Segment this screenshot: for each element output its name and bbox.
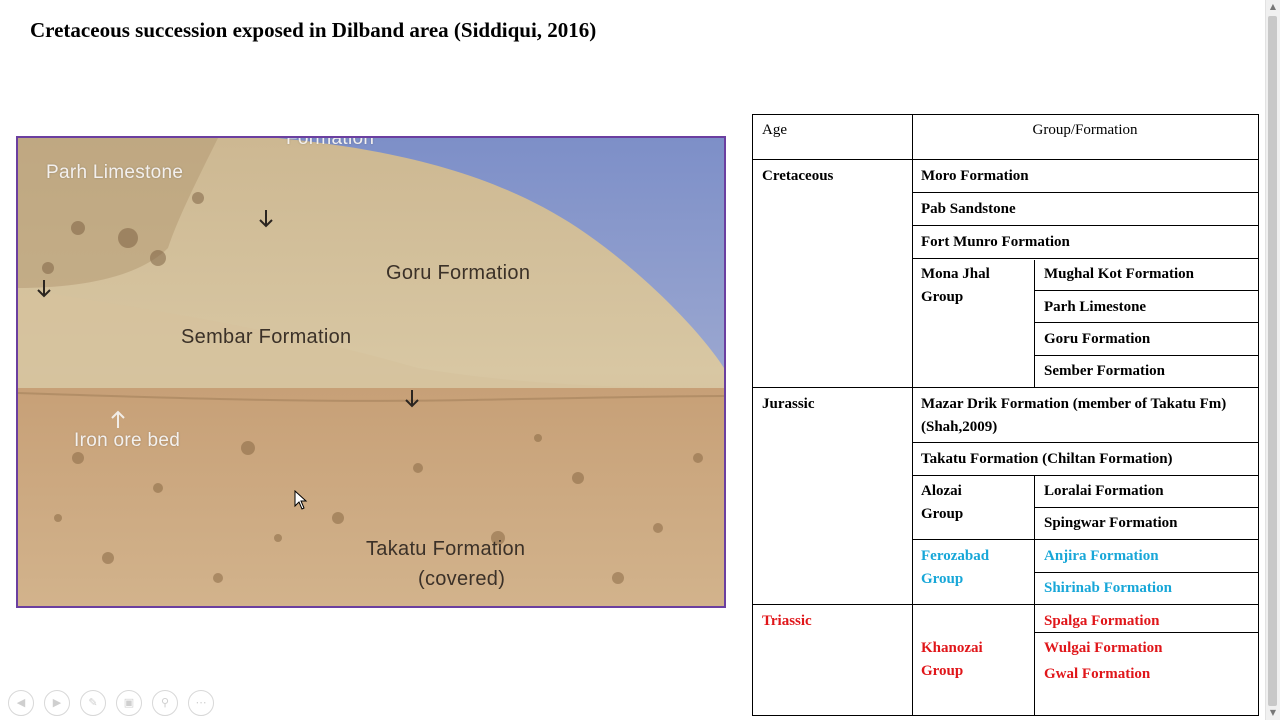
- slideshow-controls: ◀ ▶ ✎ ▣ ⚲ ⋯: [8, 690, 214, 716]
- photo-label-takatu-covered: (covered): [418, 568, 506, 590]
- group-ferozabad: Ferozabad Group: [921, 548, 990, 587]
- previous-icon[interactable]: ◀: [8, 690, 34, 716]
- pen-icon[interactable]: ✎: [80, 690, 106, 716]
- formation-loralai: Loralai Formation: [1044, 483, 1164, 499]
- mouse-cursor-icon: [294, 490, 308, 510]
- slide-title: Cretaceous succession exposed in Dilband…: [30, 18, 597, 42]
- formation-sember: Sember Formation: [1044, 363, 1165, 379]
- formation-gwal: Gwal Formation: [1044, 666, 1151, 682]
- group-khanozai: Khanozai Group: [921, 640, 983, 679]
- group-mona-jhal: Mona Jhal Group: [921, 266, 990, 305]
- age-cretaceous: Cretaceous: [762, 168, 834, 184]
- age-triassic: Triassic: [762, 613, 812, 629]
- formation-shirinab: Shirinab Formation: [1044, 580, 1172, 596]
- formation-parh-limestone: Parh Limestone: [1044, 299, 1147, 315]
- outcrop-photo-drawing: [18, 138, 724, 606]
- photo-label-formation-top: Formation: [286, 136, 375, 149]
- photo-label-sembar-formation: Sembar Formation: [181, 326, 352, 348]
- scrollbar-thumb[interactable]: [1268, 16, 1277, 706]
- photo-label-takatu-formation: Takatu Formation: [366, 538, 526, 560]
- formation-pab: Pab Sandstone: [921, 201, 1016, 217]
- next-icon[interactable]: ▶: [44, 690, 70, 716]
- formation-anjira: Anjira Formation: [1044, 548, 1159, 564]
- age-jurassic: Jurassic: [762, 396, 815, 412]
- header-group-formation: Group/Formation: [1032, 122, 1138, 138]
- zoom-icon[interactable]: ⚲: [152, 690, 178, 716]
- photo-label-parh-limestone: Parh Limestone: [46, 162, 184, 183]
- photo-label-goru-formation: Goru Formation: [386, 262, 531, 284]
- formation-spingwar: Spingwar Formation: [1044, 515, 1178, 531]
- vertical-scrollbar[interactable]: ▲ ▼: [1265, 0, 1280, 720]
- formation-mughal-kot: Mughal Kot Formation: [1044, 266, 1194, 282]
- header-age: Age: [762, 122, 787, 138]
- scroll-up-icon[interactable]: ▲: [1266, 0, 1280, 14]
- stratigraphy-table: Age Group/Formation Cretaceous Jurassic …: [752, 114, 1259, 716]
- scroll-down-icon[interactable]: ▼: [1266, 706, 1280, 720]
- group-alozai: Alozai Group: [921, 483, 964, 522]
- formation-takatu: Takatu Formation (Chiltan Formation): [921, 451, 1173, 467]
- formation-goru: Goru Formation: [1044, 331, 1151, 347]
- formation-spalga: Spalga Formation: [1044, 613, 1160, 629]
- formation-mazar-drik: Mazar Drik Formation (member of Takatu F…: [921, 396, 1227, 435]
- formation-moro: Moro Formation: [921, 168, 1029, 184]
- formation-fort-munro: Fort Munro Formation: [921, 234, 1070, 250]
- formation-wulgai: Wulgai Formation: [1044, 640, 1163, 656]
- slides-icon[interactable]: ▣: [116, 690, 142, 716]
- photo-label-iron-ore-bed: Iron ore bed: [74, 430, 181, 451]
- more-icon[interactable]: ⋯: [188, 690, 214, 716]
- outcrop-photo: Formation Parh Limestone Goru Formation …: [16, 136, 726, 608]
